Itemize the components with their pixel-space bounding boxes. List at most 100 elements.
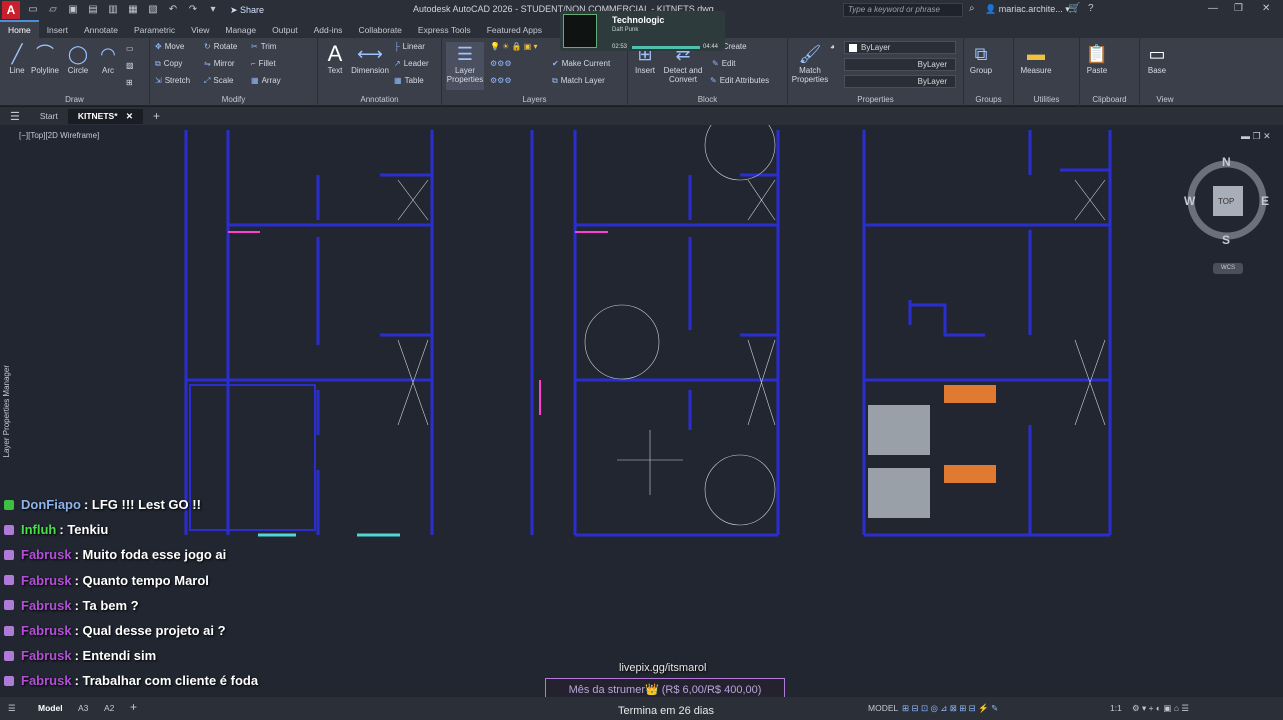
scale-button[interactable]: ⤢ Scale	[204, 76, 233, 86]
dimension-button[interactable]: ⟷ Dimension	[350, 42, 390, 75]
search-icon[interactable]: ⌕	[969, 3, 975, 14]
array-button[interactable]: ▦ Array	[251, 76, 281, 85]
text-button[interactable]: A Text	[318, 41, 352, 76]
tab-featured-apps[interactable]: Featured Apps	[479, 22, 550, 38]
clipboard-panel-title[interactable]: Clipboard	[1080, 95, 1139, 104]
tab-express-tools[interactable]: Express Tools	[410, 22, 479, 38]
model-space-toggle[interactable]: MODEL	[868, 703, 898, 713]
tab-home[interactable]: Home	[0, 20, 39, 38]
match-properties-button[interactable]: 🖌 Match Properties	[790, 42, 830, 84]
leader-button[interactable]: ↗ Leader	[394, 59, 429, 68]
view-panel-title[interactable]: View	[1140, 95, 1190, 104]
fillet-button[interactable]: ⌐ Fillet	[251, 59, 276, 68]
save-icon[interactable]: ▣	[66, 4, 80, 16]
modify-panel-title[interactable]: Modify	[150, 95, 317, 104]
tab-add-ins[interactable]: Add-ins	[306, 22, 351, 38]
edit-attributes-button[interactable]: ✎ Edit Attributes	[710, 76, 769, 85]
layer-properties-button[interactable]: ☰ Layer Properties	[446, 42, 484, 90]
layer-tools-row1[interactable]: ⚙⚙⚙	[490, 59, 515, 68]
make-current-button[interactable]: ✔ Make Current	[552, 59, 610, 68]
match-layer-button[interactable]: ⧉ Match Layer	[552, 76, 605, 86]
add-layout-icon[interactable]: +	[130, 700, 137, 714]
viewcube[interactable]: N S E W TOP	[1183, 155, 1273, 247]
layer-state-icons[interactable]: 💡 ☀ 🔒 ▣ ▾	[490, 42, 538, 51]
tab-model[interactable]: Model	[38, 703, 63, 713]
text-icon: A	[327, 41, 343, 66]
tab-a3[interactable]: A3	[78, 703, 88, 713]
edit-block-button[interactable]: ✎ Edit	[712, 59, 736, 68]
move-button[interactable]: ✥ Move	[155, 42, 184, 51]
mirror-button[interactable]: ⇋ Mirror	[204, 59, 235, 68]
rectangle-icon[interactable]: ▭	[126, 44, 134, 53]
copy-button[interactable]: ⧉ Copy	[155, 59, 182, 69]
close-tab-icon[interactable]: ✕	[126, 111, 133, 121]
tab-kitnets[interactable]: KITNETS* ✕	[67, 108, 143, 124]
save-web-icon[interactable]: ▦	[126, 4, 140, 16]
help-icon[interactable]: ?	[1088, 3, 1094, 14]
color-wheel-icon[interactable]: ◕	[830, 42, 835, 51]
compass-west[interactable]: W	[1184, 194, 1195, 208]
plot-icon[interactable]: ▧	[146, 4, 160, 16]
annotation-scale[interactable]: 1:1	[1110, 703, 1122, 713]
color-dropdown[interactable]: ByLayer	[844, 41, 956, 54]
arc-button[interactable]: ◠ Arc	[91, 42, 125, 75]
tab-manage[interactable]: Manage	[217, 22, 264, 38]
stretch-button[interactable]: ⇲ Stretch	[155, 76, 190, 85]
layout-menu-icon[interactable]: ☰	[8, 703, 16, 714]
menu-icon[interactable]: ☰	[0, 108, 30, 125]
draw-panel-title[interactable]: Draw	[0, 95, 149, 104]
tab-collaborate[interactable]: Collaborate	[350, 22, 409, 38]
minimize-icon[interactable]: —	[1208, 3, 1218, 14]
linetype-dropdown[interactable]: ByLayer	[844, 58, 956, 71]
new-file-icon[interactable]: ▭	[26, 4, 40, 16]
save-as-icon[interactable]: ▤	[86, 4, 100, 16]
open-web-icon[interactable]: ▥	[106, 4, 120, 16]
properties-panel-title[interactable]: Properties	[788, 95, 963, 104]
autocad-logo-icon[interactable]: A	[2, 1, 20, 19]
share-button[interactable]: ➤ Share	[230, 5, 264, 16]
wcs-menu[interactable]: WCS	[1213, 263, 1243, 274]
undo-icon[interactable]: ↶	[166, 4, 180, 16]
tab-annotate[interactable]: Annotate	[76, 22, 126, 38]
open-file-icon[interactable]: ▱	[46, 4, 60, 16]
maximize-icon[interactable]: ❐	[1234, 3, 1243, 14]
layers-panel-title[interactable]: Layers	[442, 95, 627, 104]
workspace-settings-icons[interactable]: ⚙ ▾ + ◐ ▣ ⌂ ☰	[1132, 703, 1189, 714]
compass-east[interactable]: E	[1261, 194, 1269, 208]
polyline-button[interactable]: ⌒ Polyline	[28, 42, 62, 75]
user-account[interactable]: 👤 mariac.archite... ▾	[985, 4, 1070, 15]
layer-tools-row2[interactable]: ⚙⚙⚙	[490, 76, 515, 85]
viewcube-top-face[interactable]: TOP	[1218, 197, 1234, 206]
gradient-icon[interactable]: ⊞	[126, 78, 133, 87]
tab-view[interactable]: View	[183, 22, 217, 38]
rotate-button[interactable]: ↻ Rotate	[204, 42, 237, 51]
cart-icon[interactable]: 🛒	[1068, 3, 1080, 14]
tab-insert[interactable]: Insert	[39, 22, 76, 38]
circle-button[interactable]: ◯ Circle	[61, 42, 95, 75]
tab-a2[interactable]: A2	[104, 703, 114, 713]
block-panel-title[interactable]: Block	[628, 95, 787, 104]
base-button[interactable]: ▭ Base	[1140, 42, 1174, 75]
utilities-panel-title[interactable]: Utilities	[1014, 95, 1079, 104]
table-button[interactable]: ▦ Table	[394, 76, 424, 85]
new-tab-icon[interactable]: +	[143, 107, 170, 125]
dropdown-icon[interactable]: ▾	[206, 4, 220, 16]
hatch-icon[interactable]: ▨	[126, 61, 134, 70]
close-icon[interactable]: ✕	[1262, 3, 1270, 14]
groups-panel-title[interactable]: Groups	[964, 95, 1013, 104]
grid-snap-icons[interactable]: ⊞ ⊟ ⊡ ◎ ⊿ ⊠ ⊞ ⊟ ⚡ ✎	[902, 703, 998, 714]
lineweight-dropdown[interactable]: ByLayer	[844, 75, 956, 88]
search-input[interactable]: Type a keyword or phrase	[843, 3, 963, 17]
trim-button[interactable]: ✂ Trim	[251, 42, 276, 51]
tab-parametric[interactable]: Parametric	[126, 22, 183, 38]
linear-button[interactable]: ├ Linear	[394, 42, 425, 51]
paste-button[interactable]: 📋 Paste	[1080, 42, 1114, 75]
tab-start[interactable]: Start	[30, 109, 68, 123]
annotation-panel-title[interactable]: Annotation	[318, 95, 441, 104]
compass-north[interactable]: N	[1222, 155, 1231, 169]
compass-south[interactable]: S	[1222, 233, 1230, 247]
group-button[interactable]: ⧉ Group	[964, 42, 998, 75]
redo-icon[interactable]: ↷	[186, 4, 200, 16]
tab-output[interactable]: Output	[264, 22, 306, 38]
measure-button[interactable]: ▬ Measure	[1016, 42, 1056, 75]
